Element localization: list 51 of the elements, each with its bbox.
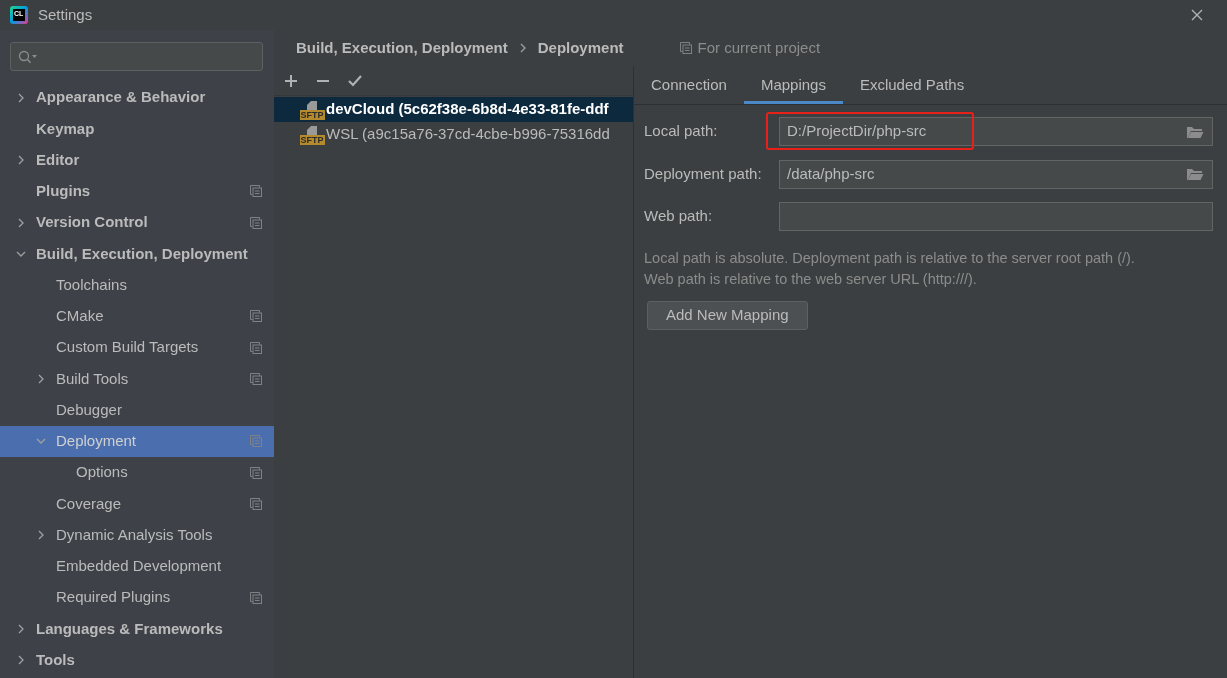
search-icon <box>18 49 38 64</box>
tree-item[interactable]: CMake <box>0 300 274 332</box>
field-label: Web path: <box>644 206 714 227</box>
input-field[interactable] <box>779 202 1213 231</box>
chevron-right-icon[interactable] <box>16 655 26 666</box>
tree-item[interactable]: Tools <box>0 644 274 676</box>
chevron-right-icon[interactable] <box>16 92 26 103</box>
chevron-right-icon[interactable] <box>16 217 26 228</box>
breadcrumb-item: Build, Execution, Deployment <box>296 37 508 58</box>
chevron-right-icon[interactable] <box>36 373 46 384</box>
tree-item[interactable]: Editor <box>0 144 274 176</box>
tree-item[interactable]: Embedded Development <box>0 550 274 582</box>
folder-icon[interactable] <box>1186 124 1204 139</box>
tree-item[interactable]: Build Tools <box>0 363 274 395</box>
protocol-badge: SFTP <box>299 135 325 145</box>
tree-item[interactable]: Deployment <box>0 425 274 457</box>
tree-item[interactable]: Dynamic Analysis Tools <box>0 519 274 551</box>
tree-item[interactable]: Debugger <box>0 394 274 426</box>
tree-item[interactable]: Toolchains <box>0 269 274 301</box>
breadcrumb-item: Deployment <box>537 37 624 58</box>
help-text: Web path is relative to the web server URL (http:///). <box>644 270 977 289</box>
tree-item[interactable]: Required Plugins <box>0 582 274 614</box>
folder-icon[interactable] <box>1186 167 1204 181</box>
chevron-right-icon[interactable] <box>36 530 46 541</box>
tree-item[interactable]: Options <box>0 457 274 489</box>
tree-item[interactable]: Build, Execution, Deployment <box>0 238 274 270</box>
input-field[interactable]: /data/php-src <box>779 159 1213 189</box>
tab[interactable]: Mappings <box>743 66 843 104</box>
copy-icon <box>679 42 692 54</box>
chevron-right-icon[interactable] <box>16 155 26 166</box>
plus-icon[interactable] <box>284 73 298 88</box>
tree-item[interactable]: Languages & Frameworks <box>0 613 274 645</box>
protocol-badge: SFTP <box>299 110 325 120</box>
tree-item[interactable]: Custom Build Targets <box>0 332 274 364</box>
window-title: Settings <box>38 4 93 25</box>
field-label: Deployment path: <box>644 163 763 184</box>
tree-item[interactable]: Appearance & Behavior <box>0 82 274 114</box>
tab[interactable]: Excluded Paths <box>842 66 982 104</box>
chevron-right-icon[interactable] <box>16 623 26 634</box>
tree-item[interactable]: Plugins <box>0 175 274 207</box>
tab[interactable]: Connection <box>634 66 744 104</box>
scope-note: For current project <box>697 37 821 58</box>
tree-item[interactable]: Keymap <box>0 113 274 145</box>
checkmark-icon[interactable] <box>348 73 362 88</box>
search-field[interactable] <box>10 42 263 71</box>
help-text: Local path is absolute. Deployment path is relative to the server root path (/). <box>644 249 1135 268</box>
add-mapping-button[interactable]: Add New Mapping <box>647 301 808 330</box>
field-label: Local path: <box>644 121 719 142</box>
tree-item[interactable]: Version Control <box>0 207 274 239</box>
tree-item[interactable]: Coverage <box>0 488 274 520</box>
input-field[interactable]: D:/ProjectDir/php-src <box>779 117 1213 146</box>
